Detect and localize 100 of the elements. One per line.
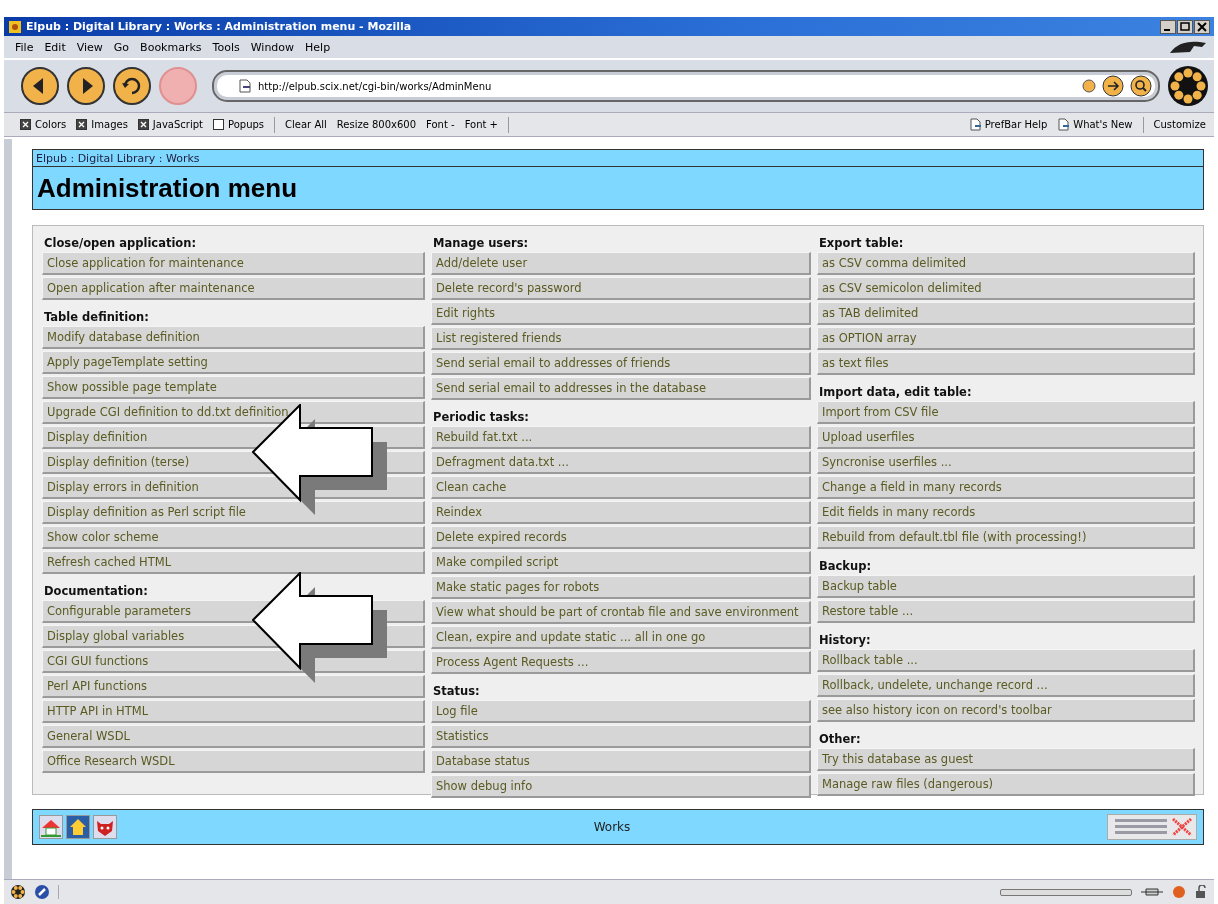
toolbar-link[interactable]: What's New [1073,119,1133,130]
menu-item[interactable]: Help [300,39,336,55]
menu-link[interactable]: Edit fields in many records [817,501,1195,524]
section-heading: Import data, edit table: [818,384,973,399]
menu-link[interactable]: Make static pages for robots [431,576,811,599]
navigator-icon[interactable] [10,884,26,900]
menu-link[interactable]: Process Agent Requests ... [431,651,811,674]
checkbox-label: Colors [35,119,67,130]
menu-link[interactable]: Make compiled script [431,551,811,574]
section-heading: Manage users: [432,235,530,250]
checkbox[interactable] [76,119,88,130]
menu-link[interactable]: Open application after maintenance [42,277,425,300]
menu-link[interactable]: Import from CSV file [817,401,1195,424]
menu-link[interactable]: Defragment data.txt ... [431,451,811,474]
reload-button[interactable] [112,66,152,106]
forward-button[interactable] [66,66,106,106]
menu-link[interactable]: see also history icon on record's toolbar [817,699,1195,722]
menu-link[interactable]: Upload userfiles [817,426,1195,449]
toolbar-button[interactable]: Clear All [285,119,327,130]
section-heading: Backup: [818,558,872,573]
checkbox[interactable] [137,119,149,130]
menu-link[interactable]: Send serial email to addresses of friends [431,352,811,375]
menu-link[interactable]: as CSV comma delimited [817,252,1195,275]
menu-link[interactable]: General WSDL [42,725,425,748]
section-heading: Close/open application: [43,235,198,250]
menu-link[interactable]: Show possible page template [42,376,425,399]
customize-button[interactable]: Customize [1153,119,1206,130]
menu-link[interactable]: Log file [431,700,811,723]
menu-link[interactable]: Display definition as Perl script file [42,501,425,524]
menu-link[interactable]: Database status [431,750,811,773]
menu-item[interactable]: Bookmarks [135,39,207,55]
search-icon[interactable] [1130,75,1152,97]
menu-item[interactable]: Edit [39,39,71,55]
menu-link[interactable]: HTTP API in HTML [42,700,425,723]
menu-item[interactable]: Go [108,39,135,55]
page-icon [968,118,982,131]
padlock-icon [1194,885,1208,899]
mascot-icon[interactable] [93,815,117,839]
menu-item[interactable]: Window [245,39,300,55]
menu-link[interactable]: Rebuild from default.tbl file (with processing!) [817,526,1195,549]
menu-link[interactable]: Delete record's password [431,277,811,300]
address-field[interactable]: http://elpub.scix.net/cgi-bin/works/AdminMenu [212,70,1160,102]
menu-link[interactable]: Backup table [817,575,1195,598]
menu-link[interactable]: Change a field in many records [817,476,1195,499]
menu-item[interactable]: View [71,39,108,55]
menu-link[interactable]: Rollback, undelete, unchange record ... [817,674,1195,697]
app-icon [8,19,22,34]
menu-link[interactable]: Show debug info [431,775,811,798]
toolbar-button[interactable]: Font + [464,119,498,130]
menu-item[interactable]: Tools [207,39,245,55]
minimize-icon[interactable] [1160,19,1176,34]
section-heading: Status: [432,683,481,698]
section-heading: Other: [818,731,862,746]
menu-link[interactable]: Close application for maintenance [42,252,425,275]
go-icon[interactable] [1102,75,1124,97]
menu-link[interactable]: Rebuild fat.txt ... [431,426,811,449]
maximize-icon[interactable] [1177,19,1193,34]
home-icon[interactable] [39,815,63,839]
menu-link[interactable]: as text files [817,352,1195,375]
menu-link[interactable]: Modify database definition [42,326,425,349]
menu-link[interactable]: as TAB delimited [817,302,1195,325]
menu-link[interactable]: Reindex [431,501,811,524]
menu-link[interactable]: Refresh cached HTML [42,551,425,574]
menu-link[interactable]: as OPTION array [817,327,1195,350]
menu-link[interactable]: Show color scheme [42,526,425,549]
menu-link[interactable]: List registered friends [431,327,811,350]
menu-link[interactable]: Perl API functions [42,675,425,698]
menu-link[interactable]: View what should be part of crontab file and save environment [431,601,811,624]
toolbar-link[interactable]: PrefBar Help [984,119,1048,130]
back-button[interactable] [20,66,60,106]
menu-link[interactable]: Edit rights [431,302,811,325]
close-icon[interactable] [1194,19,1210,34]
menu-link[interactable]: Try this database as guest [817,748,1195,771]
menu-link[interactable]: Syncronise userfiles ... [817,451,1195,474]
section-heading: Documentation: [43,583,149,598]
checkbox[interactable] [213,119,224,130]
publisher-logo[interactable] [1107,814,1197,840]
menu-link[interactable]: Delete expired records [431,526,811,549]
menu-link[interactable]: Statistics [431,725,811,748]
section-heading: History: [818,632,872,647]
breadcrumb-link[interactable]: Elpub : Digital Library : Works [32,149,1204,167]
menu-link[interactable]: Clean, expire and update static ... all in one go [431,626,811,649]
checkbox[interactable] [20,119,31,130]
menu-link[interactable]: Add/delete user [431,252,811,275]
section-heading: Table definition: [43,309,150,324]
menu-link[interactable]: Clean cache [431,476,811,499]
menu-link[interactable]: Office Research WSDL [42,750,425,773]
menu-item[interactable]: File [10,39,39,55]
toolbar-button[interactable]: Font - [426,119,455,130]
house-icon[interactable] [66,815,90,839]
checkbox-label: JavaScript [152,119,203,130]
menu-link[interactable]: as CSV semicolon delimited [817,277,1195,300]
toolbar-button[interactable]: Resize 800x600 [336,119,417,130]
menu-link[interactable]: Rollback table ... [817,649,1195,672]
menu-link[interactable]: Restore table ... [817,600,1195,623]
checkbox-label: Popups [228,119,265,130]
menu-link[interactable]: Upgrade CGI definition to dd.txt definition [42,401,425,424]
menu-link[interactable]: Apply pageTemplate setting [42,351,425,374]
menu-link[interactable]: Send serial email to addresses in the database [431,377,811,400]
menu-link[interactable]: Manage raw files (dangerous) [817,773,1195,796]
